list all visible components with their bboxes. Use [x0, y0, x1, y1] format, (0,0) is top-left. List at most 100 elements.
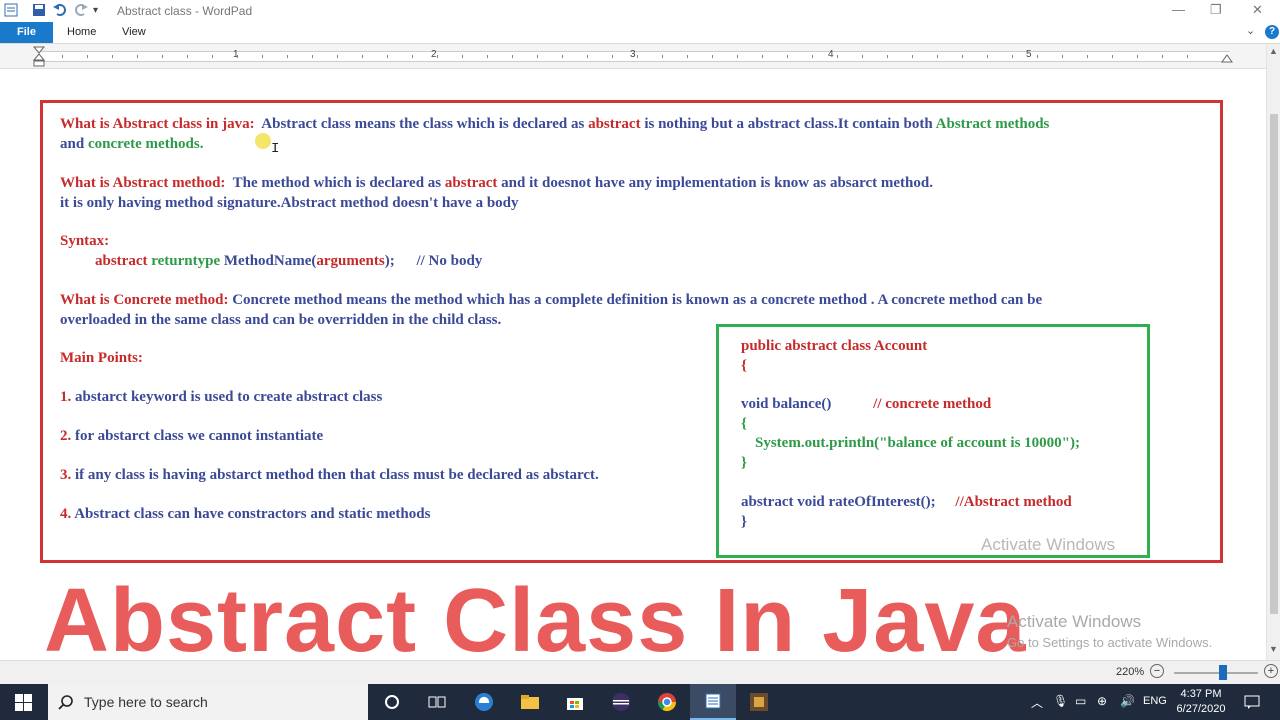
ruler-tick [262, 55, 263, 58]
ribbon-tabs: File Home View ⌄ ? [0, 22, 1280, 44]
ruler-tick [912, 55, 913, 58]
start-button[interactable] [0, 684, 48, 720]
collapse-ribbon-icon[interactable]: ⌄ [1246, 24, 1255, 37]
network-icon[interactable]: ▭ [1075, 694, 1086, 708]
volume-icon[interactable]: 🔊 [1120, 694, 1135, 708]
eclipse-icon[interactable] [598, 684, 644, 720]
syntax-line: abstract returntype MethodName(arguments… [95, 253, 482, 270]
edge-icon[interactable] [461, 684, 507, 720]
point-item: 3. if any class is having abstarct metho… [60, 467, 599, 484]
ruler-tick [937, 55, 938, 58]
redo-icon[interactable] [73, 3, 89, 20]
zoom-level: 220% [1116, 666, 1145, 678]
ruler-tick [512, 55, 513, 58]
ruler-number: 3 [630, 49, 636, 60]
ruler-tick [112, 55, 113, 58]
cortana-icon[interactable] [369, 684, 415, 720]
watermark-subtitle: Go to Settings to activate Windows. [1007, 635, 1213, 650]
ruler-tick [462, 55, 463, 58]
tab-home[interactable]: Home [67, 26, 96, 38]
clock[interactable]: 4:37 PM 6/27/2020 [1174, 687, 1228, 717]
point-text: abstarct keyword is used to create abstr… [75, 389, 383, 405]
watermark-inner: Activate Windows [981, 535, 1116, 554]
point-number: 1. [60, 389, 72, 405]
code-open-brace: { [741, 358, 747, 374]
ruler-tick [362, 55, 363, 58]
zoom-slider[interactable] [1174, 672, 1258, 674]
title-bar: ▾ Abstract class - WordPad — ❐ ✕ [0, 0, 1280, 22]
code-close-brace-2: } [741, 455, 747, 471]
ruler-tick [1087, 55, 1088, 58]
ruler-tick [212, 55, 213, 58]
ruler-tick [1137, 55, 1138, 58]
q1-abstract-methods: Abstract methods [935, 116, 1050, 132]
zoom-slider-thumb[interactable] [1219, 665, 1227, 680]
zoom-in-button[interactable]: + [1264, 664, 1278, 678]
wordpad-app-icon[interactable] [4, 3, 18, 20]
q2-label: What is Abstract method: [60, 175, 226, 191]
notifications-icon[interactable] [1232, 684, 1272, 720]
q3-text-a: Concrete method means the method which h… [232, 292, 1043, 308]
code-println: System.out.println("balance of account i… [755, 435, 1080, 451]
save-icon[interactable] [32, 3, 46, 20]
minimize-button[interactable]: — [1172, 2, 1185, 17]
zoom-out-button[interactable]: − [1150, 664, 1164, 678]
q3-line2: overloaded in the same class and can be … [60, 312, 502, 328]
ruler-tick [987, 55, 988, 58]
q3-label: What is Concrete method: [60, 292, 229, 308]
ruler-tick [812, 55, 813, 58]
watermark-title: Activate Windows [1007, 612, 1142, 631]
q1-text-b: is nothing but a abstract class.It conta… [644, 116, 933, 132]
show-hidden-icons[interactable]: ︿ [1031, 694, 1043, 711]
ruler-tick [1162, 55, 1163, 58]
language-indicator[interactable]: ENG [1143, 695, 1167, 707]
clock-time: 4:37 PM [1180, 688, 1222, 700]
video-title-overlay: Abstract Class In Java [44, 571, 1027, 671]
store-icon[interactable] [552, 684, 598, 720]
vertical-scrollbar[interactable]: ▲ ▼ [1266, 44, 1280, 660]
code-concrete-comment: // concrete method [873, 396, 992, 412]
ruler-tick [1012, 55, 1013, 58]
ruler-tick [412, 55, 413, 58]
ruler-tick [337, 55, 338, 58]
globe-icon[interactable]: ⊕ [1097, 694, 1107, 708]
tab-view[interactable]: View [122, 26, 146, 38]
right-indent-marker-icon[interactable] [1221, 53, 1233, 63]
close-button[interactable]: ✕ [1252, 2, 1263, 18]
cursor-highlight [255, 133, 271, 149]
file-explorer-icon[interactable] [507, 684, 553, 720]
task-view-icon[interactable] [414, 684, 460, 720]
ruler-tick [712, 55, 713, 58]
ruler-tick [1062, 55, 1063, 58]
code-balance-method: void balance() [741, 396, 832, 412]
q1-line1: What is Abstract class in java: Abstract… [60, 116, 1049, 133]
code-abstract-line: abstract void rateOfInterest(); //Abstra… [741, 494, 1072, 511]
code-abstract-comment: //Abstract method [955, 494, 1072, 510]
scroll-down-icon[interactable]: ▼ [1269, 644, 1278, 654]
ruler: 1 2 3 4 5 [0, 44, 1266, 69]
ruler-tick [237, 55, 238, 58]
q2-text-a: The method which is declared as [232, 175, 442, 191]
ruler-tick [87, 55, 88, 58]
scroll-up-icon[interactable]: ▲ [1269, 46, 1278, 56]
chrome-icon[interactable] [644, 684, 690, 720]
q1-concrete-methods: concrete methods. [87, 136, 204, 152]
customize-toolbar-icon[interactable]: ▾ [93, 5, 98, 16]
q1-keyword: abstract [588, 116, 641, 132]
wordpad-taskbar-icon[interactable] [690, 684, 736, 720]
taskbar-search-box[interactable]: Type here to search [48, 684, 368, 720]
app-icon[interactable] [736, 684, 782, 720]
restore-button[interactable]: ❐ [1210, 2, 1222, 18]
ruler-number: 4 [828, 49, 834, 60]
point-item: 1. abstarct keyword is used to create ab… [60, 389, 382, 406]
tab-file[interactable]: File [0, 22, 53, 43]
point-text: for abstarct class we cannot instantiate [75, 428, 324, 444]
ruler-tick [612, 55, 613, 58]
scroll-thumb[interactable] [1270, 114, 1278, 614]
microphone-icon[interactable]: 🎙 [1053, 694, 1068, 708]
ruler-tick [487, 55, 488, 58]
undo-icon[interactable] [52, 3, 68, 20]
ruler-tick [762, 55, 763, 58]
help-icon[interactable]: ? [1265, 25, 1279, 39]
indent-marker-icon[interactable] [33, 46, 45, 68]
